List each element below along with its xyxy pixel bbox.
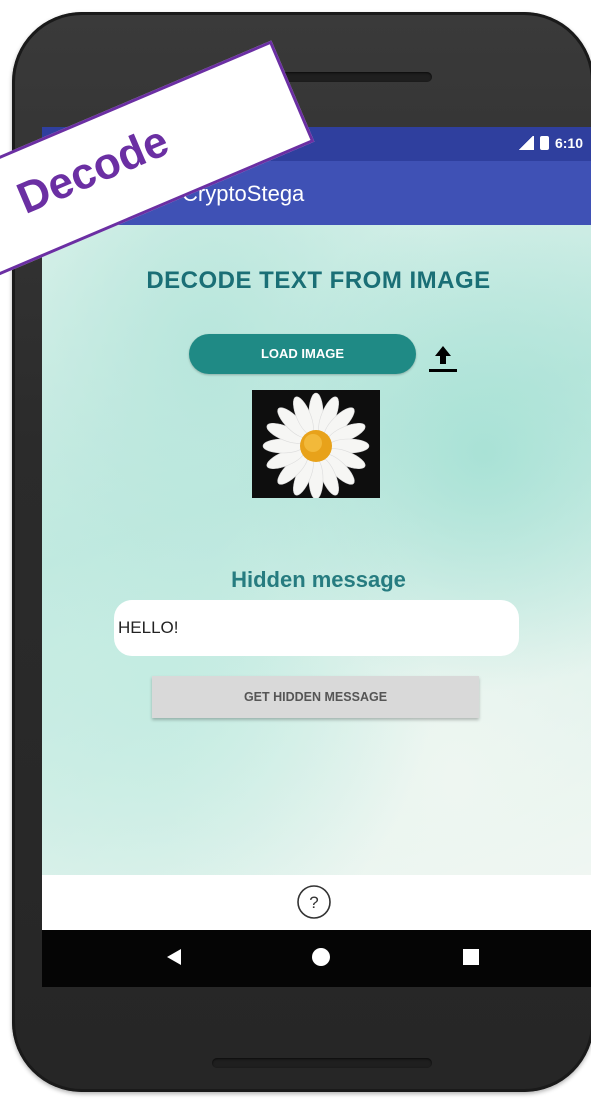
bottom-speaker	[212, 1058, 432, 1068]
status-time: 6:10	[554, 135, 583, 151]
hidden-message-label: Hidden message	[231, 567, 406, 592]
nav-home-icon[interactable]	[310, 946, 332, 968]
main-content: DECODE TEXT FROM IMAGE LOAD IMAGE Hidden…	[42, 225, 591, 875]
phone-screen: 6:10 CryptoStega DECODE TEXT FROM IMAGE …	[42, 127, 591, 987]
upload-arrow-icon[interactable]	[425, 340, 461, 374]
hidden-message-field[interactable]: HELLO!	[114, 600, 519, 656]
stage: 6:10 CryptoStega DECODE TEXT FROM IMAGE …	[0, 0, 591, 1099]
nav-recents-icon[interactable]	[461, 947, 481, 967]
navigation-bar	[42, 930, 591, 987]
bottom-area: ?	[42, 875, 591, 930]
daisy-flower-image	[252, 390, 380, 498]
get-hidden-message-button[interactable]: GET HIDDEN MESSAGE	[152, 676, 479, 718]
help-icon[interactable]: ?	[296, 884, 332, 920]
svg-text:?: ?	[309, 893, 318, 912]
status-icons: 6:10	[517, 135, 583, 151]
signal-icon	[517, 136, 534, 150]
page-title: DECODE TEXT FROM IMAGE	[146, 267, 491, 294]
nav-back-icon[interactable]	[162, 945, 186, 969]
load-image-button[interactable]: LOAD IMAGE	[189, 334, 416, 374]
battery-icon	[539, 136, 549, 150]
